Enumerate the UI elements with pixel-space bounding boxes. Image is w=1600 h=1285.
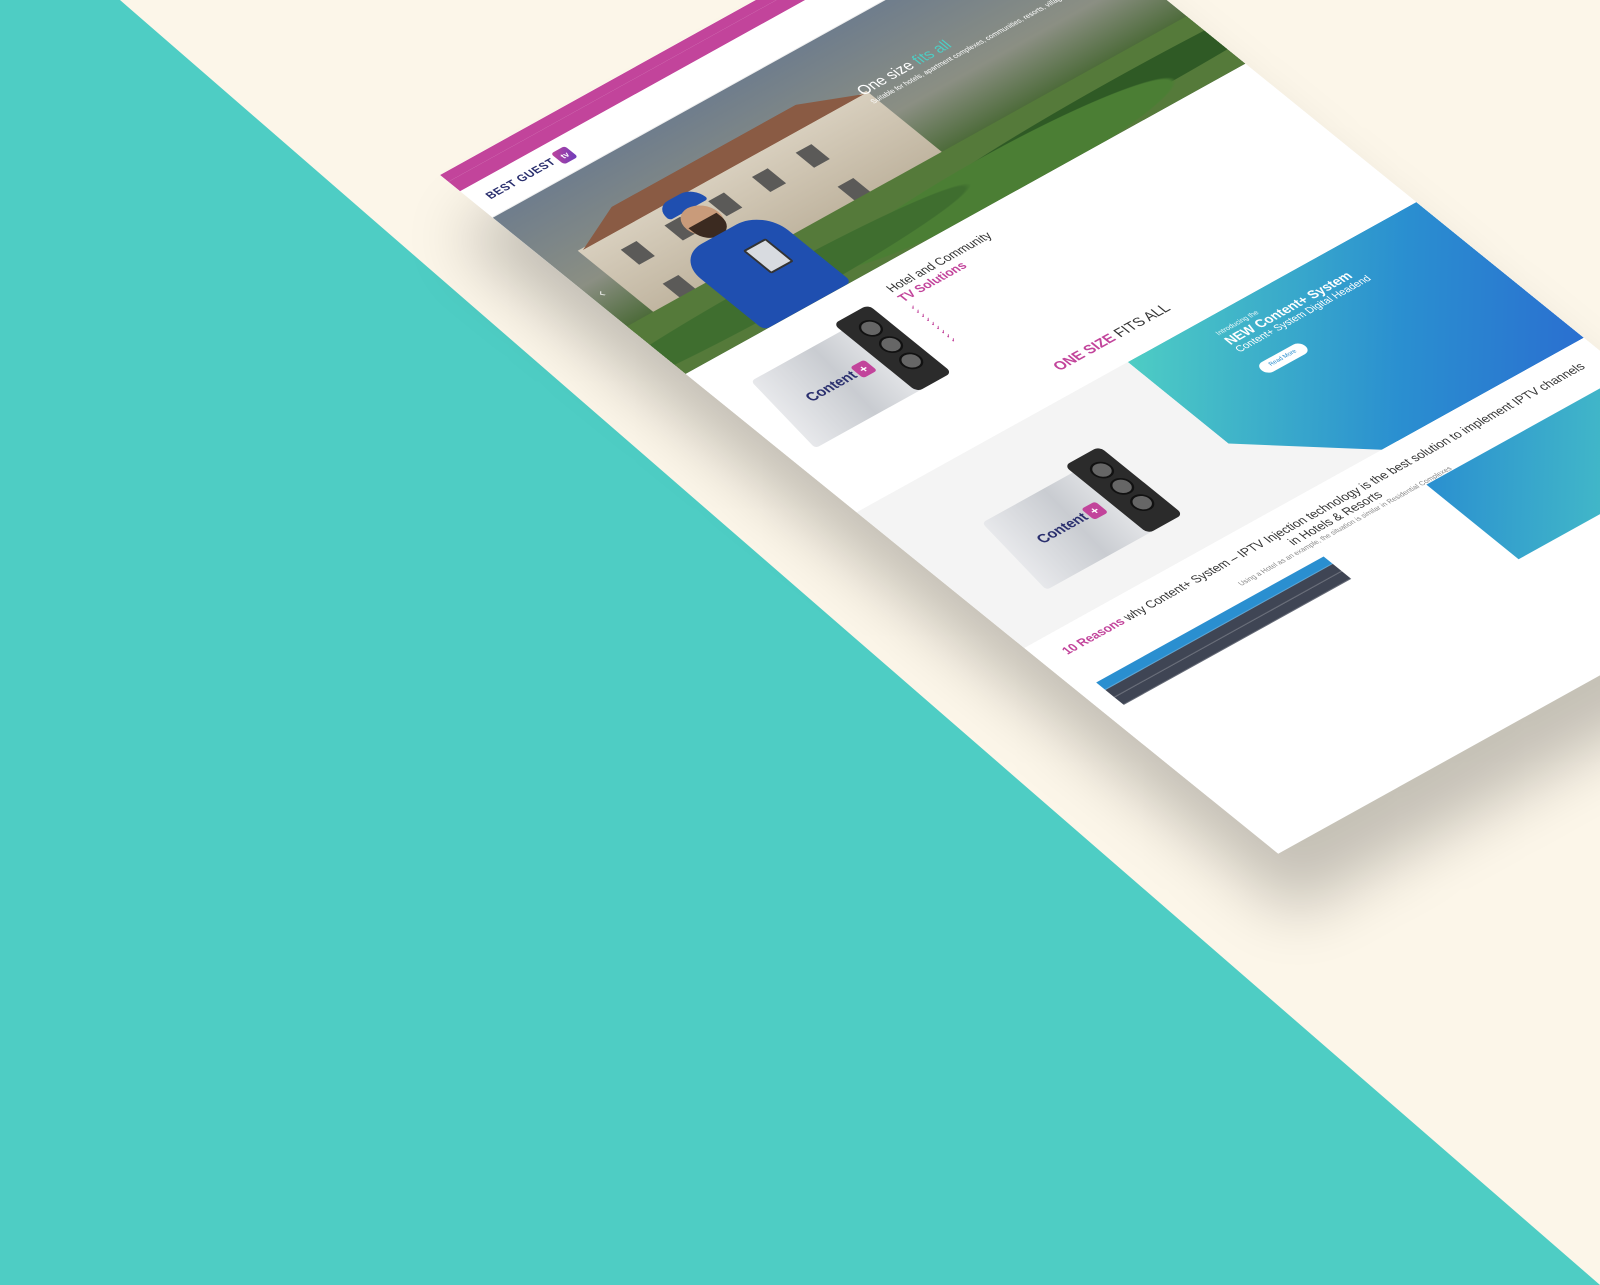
slider-prev-arrow-icon[interactable]: ‹	[592, 286, 609, 299]
window-shape	[795, 144, 830, 168]
window-shape	[751, 168, 787, 192]
read-more-button[interactable]: Read More	[1256, 341, 1311, 375]
